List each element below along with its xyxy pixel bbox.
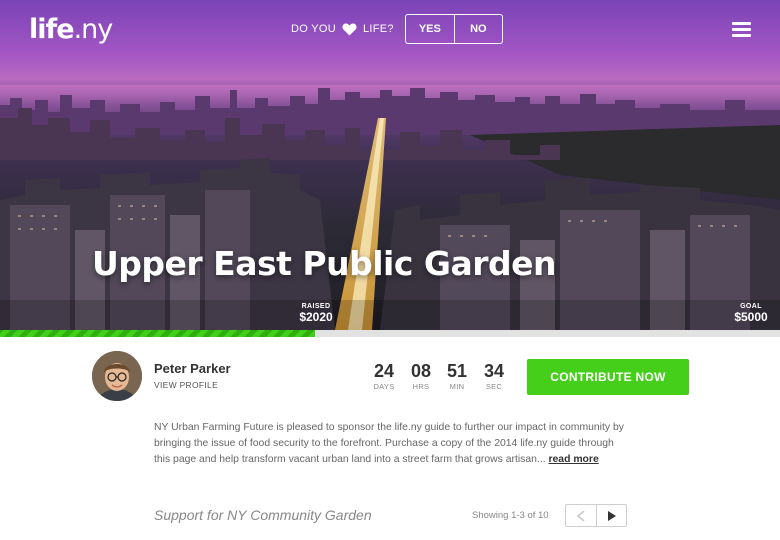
countdown-minutes: 51 MIN	[440, 361, 474, 391]
love-suffix: LIFE?	[363, 23, 394, 35]
love-prefix: DO YOU	[291, 23, 336, 35]
countdown-seconds: 34 SEC	[477, 361, 511, 391]
countdown-value: 51	[446, 361, 468, 381]
next-page-button[interactable]	[596, 505, 626, 526]
raised-value: $2020	[299, 310, 333, 324]
countdown-label: DAYS	[373, 382, 395, 391]
page-title: Upper East Public Garden	[92, 244, 557, 283]
funding-progress-bar	[0, 330, 780, 337]
pagination-controls	[565, 504, 627, 527]
hamburger-menu-icon[interactable]	[732, 22, 751, 37]
logo[interactable]: life.ny	[29, 14, 114, 45]
funding-progress-fill	[0, 330, 316, 337]
yes-no-toggle: YES NO	[404, 14, 503, 44]
countdown-days: 24 DAYS	[367, 361, 401, 391]
goal-stat: GOAL $5000	[730, 303, 772, 324]
countdown-hours: 08 HRS	[404, 361, 438, 391]
pagination-status: Showing 1-3 of 10	[472, 510, 549, 521]
prev-page-button[interactable]	[566, 505, 596, 526]
avatar[interactable]	[92, 351, 142, 401]
countdown-value: 08	[410, 361, 432, 381]
logo-main: life	[29, 14, 75, 45]
raised-label: RAISED	[301, 303, 331, 310]
logo-tld: .ny	[73, 14, 114, 45]
chevron-left-icon	[577, 510, 585, 521]
contribute-now-button[interactable]: CONTRIBUTE NOW	[527, 359, 689, 395]
raised-stat: RAISED $2020	[296, 303, 336, 324]
view-profile-link[interactable]: VIEW PROFILE	[154, 380, 218, 390]
hero-banner: life.ny DO YOU LIFE? YES NO Upper East P…	[0, 0, 780, 330]
chevron-right-icon	[607, 510, 616, 521]
read-more-link[interactable]: read more	[548, 454, 598, 465]
countdown-label: SEC	[485, 382, 503, 391]
countdown-value: 34	[483, 361, 505, 381]
yes-button[interactable]: YES	[406, 15, 454, 43]
no-button[interactable]: NO	[453, 15, 502, 43]
support-section-title: Support for NY Community Garden	[154, 507, 372, 523]
campaign-description: NY Urban Farming Future is pleased to sp…	[154, 420, 630, 468]
countdown-label: HRS	[412, 382, 430, 391]
goal-label: GOAL	[740, 303, 762, 310]
goal-value: $5000	[734, 310, 768, 324]
heart-icon	[342, 23, 357, 36]
love-poll: DO YOU LIFE? YES NO	[291, 14, 503, 44]
countdown-value: 24	[373, 361, 395, 381]
countdown-label: MIN	[449, 382, 465, 391]
profile-name: Peter Parker	[154, 361, 231, 376]
